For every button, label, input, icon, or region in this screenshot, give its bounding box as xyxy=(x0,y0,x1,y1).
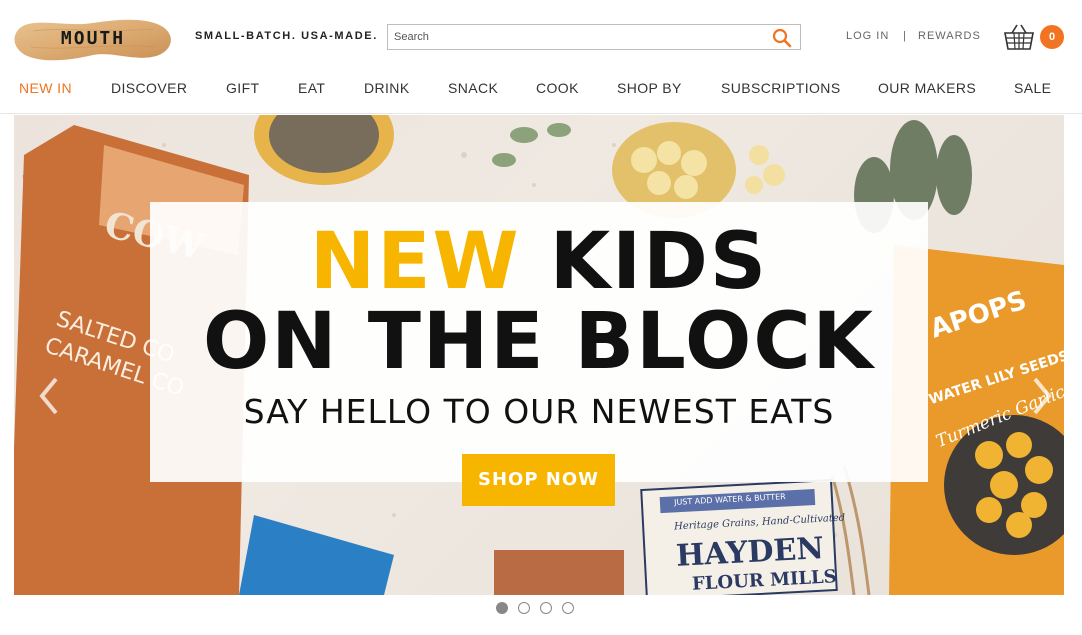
search-input[interactable] xyxy=(388,25,768,49)
hero-banner[interactable]: COW SALTED CO CARAMEL CO APOPS WATER LIL… xyxy=(14,115,1064,595)
nav-item-subscriptions[interactable]: SUBSCRIPTIONS xyxy=(721,80,841,96)
nav-item-eat[interactable]: EAT xyxy=(298,80,325,96)
carousel-dot[interactable] xyxy=(540,602,552,614)
carousel-dot[interactable] xyxy=(496,602,508,614)
hero-headline-line1: NEW KIDS xyxy=(150,220,928,304)
nav-item-drink[interactable]: DRINK xyxy=(364,80,410,96)
cart-count-badge[interactable]: 0 xyxy=(1040,25,1064,49)
account-separator: | xyxy=(903,30,907,42)
hero-headline-rest: KIDS xyxy=(549,217,769,307)
hero-headline-line2: ON THE BLOCK xyxy=(202,297,876,387)
nav-item-gift[interactable]: GIFT xyxy=(226,80,259,96)
tagline: SMALL-BATCH. USA-MADE. xyxy=(195,30,378,42)
hero-headline-accent: NEW xyxy=(309,217,521,307)
logo[interactable]: MOUTH xyxy=(13,17,173,61)
search-icon[interactable] xyxy=(772,28,792,48)
nav-item-cook[interactable]: COOK xyxy=(536,80,579,96)
site-header: MOUTH SMALL-BATCH. USA-MADE. LOG IN | RE… xyxy=(0,0,1082,114)
basket-icon[interactable] xyxy=(1003,22,1035,52)
nav-item-discover[interactable]: DISCOVER xyxy=(111,80,187,96)
main-nav: NEW IN DISCOVER GIFT EAT DRINK SNACK COO… xyxy=(0,76,1082,100)
search-box xyxy=(387,24,801,50)
logo-text: MOUTH xyxy=(60,28,126,49)
nav-item-snack[interactable]: SNACK xyxy=(448,80,498,96)
rewards-link[interactable]: REWARDS xyxy=(918,30,981,42)
hero-subheadline: SAY HELLO TO OUR NEWEST EATS xyxy=(243,392,835,431)
chevron-right-icon[interactable] xyxy=(1027,371,1057,421)
carousel-dot[interactable] xyxy=(562,602,574,614)
nav-item-our-makers[interactable]: OUR MAKERS xyxy=(878,80,976,96)
shop-now-button[interactable]: SHOP NOW xyxy=(462,454,615,506)
carousel-dot[interactable] xyxy=(518,602,530,614)
chevron-left-icon[interactable] xyxy=(34,371,64,421)
hero-overlay: NEW KIDS ON THE BLOCK SAY HELLO TO OUR N… xyxy=(150,202,928,506)
login-link[interactable]: LOG IN xyxy=(846,30,889,42)
nav-item-sale[interactable]: SALE xyxy=(1014,80,1051,96)
nav-item-shop-by[interactable]: SHOP BY xyxy=(617,80,682,96)
nav-item-new-in[interactable]: NEW IN xyxy=(19,80,72,96)
